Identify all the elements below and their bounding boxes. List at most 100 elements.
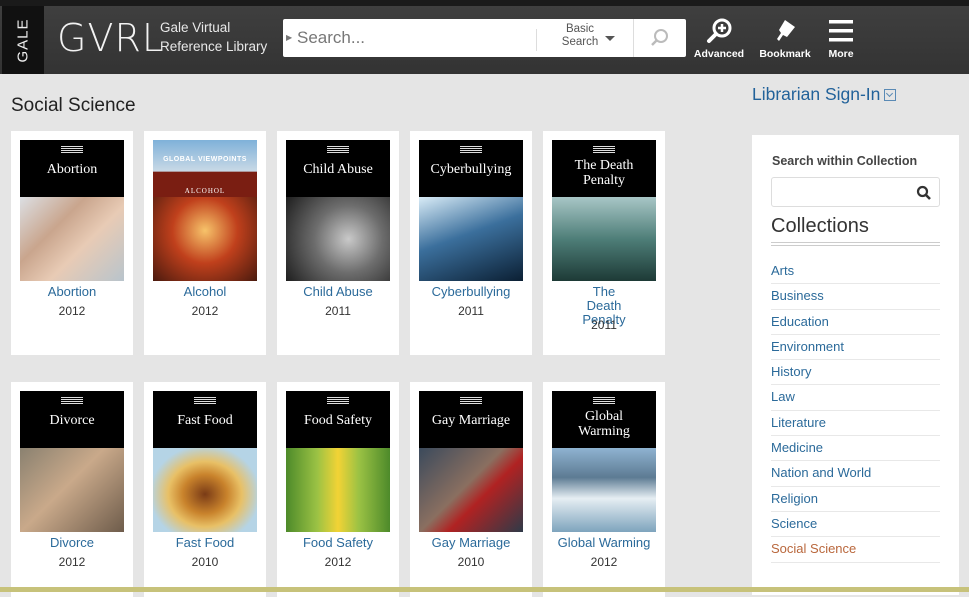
- search-button[interactable]: [633, 19, 686, 57]
- bookmark-icon: [777, 20, 795, 41]
- cover-title-band: GLOBAL VIEWPOINTS ALCOHOL: [153, 140, 257, 197]
- cover-title-text: Fast Food: [177, 413, 233, 428]
- search-input[interactable]: [297, 23, 537, 53]
- collection-search-input[interactable]: [776, 182, 906, 202]
- more-button[interactable]: More: [811, 18, 871, 60]
- book-card[interactable]: Abortion Abortion 2012: [11, 131, 133, 355]
- cover-title-text: Food Safety: [303, 413, 373, 428]
- book-year: 2012: [590, 555, 618, 569]
- collection-link-science[interactable]: Science: [771, 512, 940, 538]
- book-card[interactable]: Gay Marriage Gay Marriage 2010: [410, 382, 532, 597]
- collection-link-environment[interactable]: Environment: [771, 335, 940, 361]
- logo-subtitle: Gale Virtual Reference Library: [160, 18, 267, 56]
- collection-link-literature[interactable]: Literature: [771, 411, 940, 437]
- cover-image: [286, 197, 390, 281]
- book-year: 2012: [58, 555, 86, 569]
- cover-title-text: Cyberbullying: [430, 162, 512, 177]
- book-year: 2010: [191, 555, 219, 569]
- cover-title-band: Food Safety: [286, 391, 390, 448]
- book-card[interactable]: Child Abuse Child Abuse 2011: [277, 131, 399, 355]
- search-icon[interactable]: [916, 185, 932, 201]
- collection-link-education[interactable]: Education: [771, 310, 940, 335]
- cover-title-band: Abortion: [20, 140, 124, 197]
- collections-heading: Collections: [771, 215, 869, 237]
- search-type-line1: Basic: [565, 23, 595, 35]
- cover-title-text: Divorce: [49, 413, 95, 428]
- cover-title-text: Child Abuse: [303, 162, 373, 177]
- cover-title-band: Fast Food: [153, 391, 257, 448]
- book-cover[interactable]: Child Abuse: [286, 140, 390, 281]
- book-cover[interactable]: Fast Food: [153, 391, 257, 532]
- book-card[interactable]: Food Safety Food Safety 2012: [277, 382, 399, 597]
- cover-title-band: The Death Penalty: [552, 140, 656, 197]
- chevron-down-icon[interactable]: [605, 36, 615, 41]
- book-card[interactable]: The Death Penalty The Death Penalty 2011: [543, 131, 665, 355]
- publisher-logo-icon: [327, 397, 349, 405]
- book-cover[interactable]: Gay Marriage: [419, 391, 523, 532]
- book-year: 2012: [324, 555, 352, 569]
- book-title-link[interactable]: Alcohol: [148, 285, 262, 299]
- collection-link-arts[interactable]: Arts: [771, 259, 940, 285]
- page-title: Social Science: [11, 95, 136, 116]
- librarian-signin-link[interactable]: Librarian Sign-In: [752, 84, 897, 105]
- book-title-link[interactable]: Cyberbullying: [414, 285, 528, 299]
- cover-image: [20, 197, 124, 281]
- book-cover[interactable]: Abortion: [20, 140, 124, 281]
- book-card[interactable]: Divorce Divorce 2012: [11, 382, 133, 597]
- book-card[interactable]: Cyberbullying Cyberbullying 2011: [410, 131, 532, 355]
- collection-link-social-science[interactable]: Social Science: [771, 537, 940, 563]
- top-bar: GALE GVRL Gale Virtual Reference Library…: [0, 0, 969, 74]
- publisher-logo-icon: [61, 397, 83, 405]
- book-card[interactable]: GLOBAL VIEWPOINTS ALCOHOL Alcohol 2012: [144, 131, 266, 355]
- search-icon: [651, 29, 668, 46]
- book-cover[interactable]: Food Safety: [286, 391, 390, 532]
- book-year: 2011: [591, 318, 617, 332]
- collection-link-medicine[interactable]: Medicine: [771, 436, 940, 462]
- publisher-logo-icon: [61, 146, 83, 154]
- logo-sub-line2: Reference Library: [160, 39, 268, 54]
- book-cover[interactable]: Cyberbullying: [419, 140, 523, 281]
- book-cover[interactable]: Divorce: [20, 391, 124, 532]
- book-cover[interactable]: The Death Penalty: [552, 140, 656, 281]
- expand-arrow-icon[interactable]: ▶: [286, 33, 292, 42]
- bottom-strip: [0, 587, 969, 592]
- cover-title-band: Cyberbullying: [419, 140, 523, 197]
- cover-title-band: Divorce: [20, 391, 124, 448]
- chevron-down-icon[interactable]: [884, 89, 897, 101]
- book-title-link[interactable]: Divorce: [15, 536, 129, 550]
- publisher-logo-icon: [460, 146, 482, 154]
- book-cover[interactable]: Global Warming: [552, 391, 656, 532]
- menu-icon: [829, 20, 853, 42]
- gale-tab[interactable]: GALE: [2, 6, 44, 74]
- book-title-link[interactable]: Child Abuse: [281, 285, 395, 299]
- book-title-link[interactable]: Abortion: [15, 285, 129, 299]
- book-year: 2012: [58, 304, 86, 318]
- book-cover[interactable]: GLOBAL VIEWPOINTS ALCOHOL: [153, 140, 257, 281]
- cover-image: [552, 197, 656, 281]
- advanced-search-icon: [707, 18, 732, 43]
- search-bar: ▶ Basic Search: [283, 19, 686, 57]
- divider: [771, 242, 940, 246]
- collection-link-religion[interactable]: Religion: [771, 487, 940, 512]
- logo-sub-line1: Gale Virtual: [160, 20, 231, 35]
- cover-image: [419, 448, 523, 532]
- book-title-link[interactable]: Gay Marriage: [414, 536, 528, 550]
- gale-label: GALE: [14, 17, 32, 63]
- publisher-logo-icon: [593, 146, 615, 154]
- collection-search-field[interactable]: [771, 177, 940, 207]
- gvrl-logo[interactable]: GVRL: [57, 16, 164, 60]
- book-title-link[interactable]: Fast Food: [148, 536, 262, 550]
- advanced-label: Advanced: [693, 48, 745, 60]
- collection-link-nation-and-world[interactable]: Nation and World: [771, 461, 940, 487]
- collection-link-business[interactable]: Business: [771, 284, 940, 310]
- book-title-link[interactable]: Food Safety: [281, 536, 395, 550]
- book-card[interactable]: Fast Food Fast Food 2010: [144, 382, 266, 597]
- bookmark-button[interactable]: Bookmark: [755, 18, 815, 60]
- book-title-link[interactable]: Global Warming: [547, 536, 661, 550]
- advanced-search-button[interactable]: Advanced: [689, 18, 749, 60]
- collection-link-law[interactable]: Law: [771, 385, 940, 411]
- book-card[interactable]: Global Warming Global Warming 2012: [543, 382, 665, 597]
- collection-link-history[interactable]: History: [771, 360, 940, 386]
- cover-title-text: Gay Marriage: [431, 413, 511, 428]
- cover-title-text: Abortion: [46, 162, 98, 177]
